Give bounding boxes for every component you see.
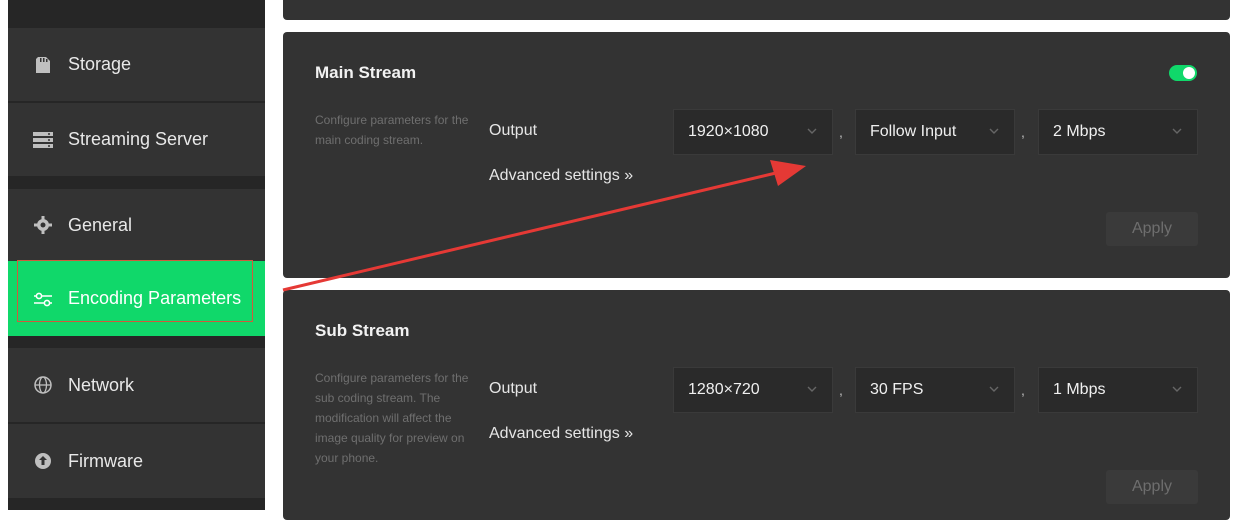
- resolution-select[interactable]: 1280×720: [673, 367, 833, 413]
- main-stream-panel: Main Stream Configure parameters for the…: [283, 32, 1230, 278]
- chevron-down-icon: [807, 128, 817, 134]
- apply-button[interactable]: Apply: [1106, 212, 1198, 246]
- separator: ,: [839, 124, 843, 140]
- advanced-settings-link[interactable]: Advanced settings »: [489, 425, 633, 443]
- previous-panel: [283, 0, 1230, 20]
- frame-rate-value: 30 FPS: [870, 381, 924, 398]
- gear-icon: [32, 214, 54, 236]
- toggle-knob: [1183, 67, 1195, 79]
- frame-rate-select[interactable]: 30 FPS: [855, 367, 1015, 413]
- upload-icon: [32, 450, 54, 472]
- bitrate-value: 2 Mbps: [1053, 123, 1106, 140]
- chevron-down-icon: [1172, 128, 1182, 134]
- resolution-value: 1920×1080: [688, 123, 769, 140]
- sidebar-item-general[interactable]: General: [8, 189, 265, 261]
- panel-description: Configure parameters for the main coding…: [315, 113, 469, 147]
- panel-title: Sub Stream: [315, 321, 410, 340]
- sidebar-item-label: Encoding Parameters: [68, 288, 242, 308]
- chevron-down-icon: [807, 386, 817, 392]
- bitrate-value: 1 Mbps: [1053, 381, 1106, 398]
- sidebar: Storage Streaming Server General Encodin…: [8, 0, 265, 510]
- sidebar-item-label: Storage: [68, 54, 132, 74]
- chevron-down-icon: [989, 386, 999, 392]
- sub-stream-panel: Sub Stream Configure parameters for the …: [283, 290, 1230, 520]
- panel-title: Main Stream: [315, 63, 417, 82]
- sidebar-item-encoding-parameters[interactable]: Encoding Parameters: [8, 261, 265, 336]
- output-label: Output: [489, 122, 538, 139]
- chevron-down-icon: [1172, 386, 1182, 392]
- globe-icon: [32, 374, 54, 396]
- bitrate-select[interactable]: 2 Mbps: [1038, 109, 1198, 155]
- main-stream-toggle[interactable]: [1169, 65, 1197, 81]
- advanced-settings-link[interactable]: Advanced settings »: [489, 167, 633, 185]
- section-gap: [8, 336, 265, 348]
- separator: ,: [839, 382, 843, 398]
- panel-description: Configure parameters for the sub coding …: [315, 371, 469, 465]
- sidebar-item-storage[interactable]: Storage: [8, 28, 265, 101]
- sidebar-item-label: General: [68, 214, 133, 235]
- server-icon: [32, 129, 54, 151]
- sidebar-top-edge: [8, 0, 265, 28]
- sidebar-item-network[interactable]: Network: [8, 348, 265, 422]
- resolution-select[interactable]: 1920×1080: [673, 109, 833, 155]
- sidebar-item-label: Network: [68, 374, 135, 395]
- output-label: Output: [489, 380, 538, 397]
- sliders-icon: [32, 288, 54, 310]
- sidebar-item-label: Firmware: [68, 450, 143, 471]
- chevron-down-icon: [989, 128, 999, 134]
- sd-card-icon: [32, 54, 54, 76]
- frame-rate-select[interactable]: Follow Input: [855, 109, 1015, 155]
- frame-rate-value: Follow Input: [870, 123, 957, 140]
- section-gap: [8, 176, 265, 189]
- resolution-value: 1280×720: [688, 381, 760, 398]
- sidebar-item-label: Streaming Server: [68, 129, 209, 149]
- separator: ,: [1021, 382, 1025, 398]
- sidebar-item-streaming-server[interactable]: Streaming Server: [8, 103, 265, 176]
- apply-button[interactable]: Apply: [1106, 470, 1198, 504]
- separator: ,: [1021, 124, 1025, 140]
- section-gap: [8, 498, 265, 510]
- sidebar-item-firmware[interactable]: Firmware: [8, 424, 265, 498]
- bitrate-select[interactable]: 1 Mbps: [1038, 367, 1198, 413]
